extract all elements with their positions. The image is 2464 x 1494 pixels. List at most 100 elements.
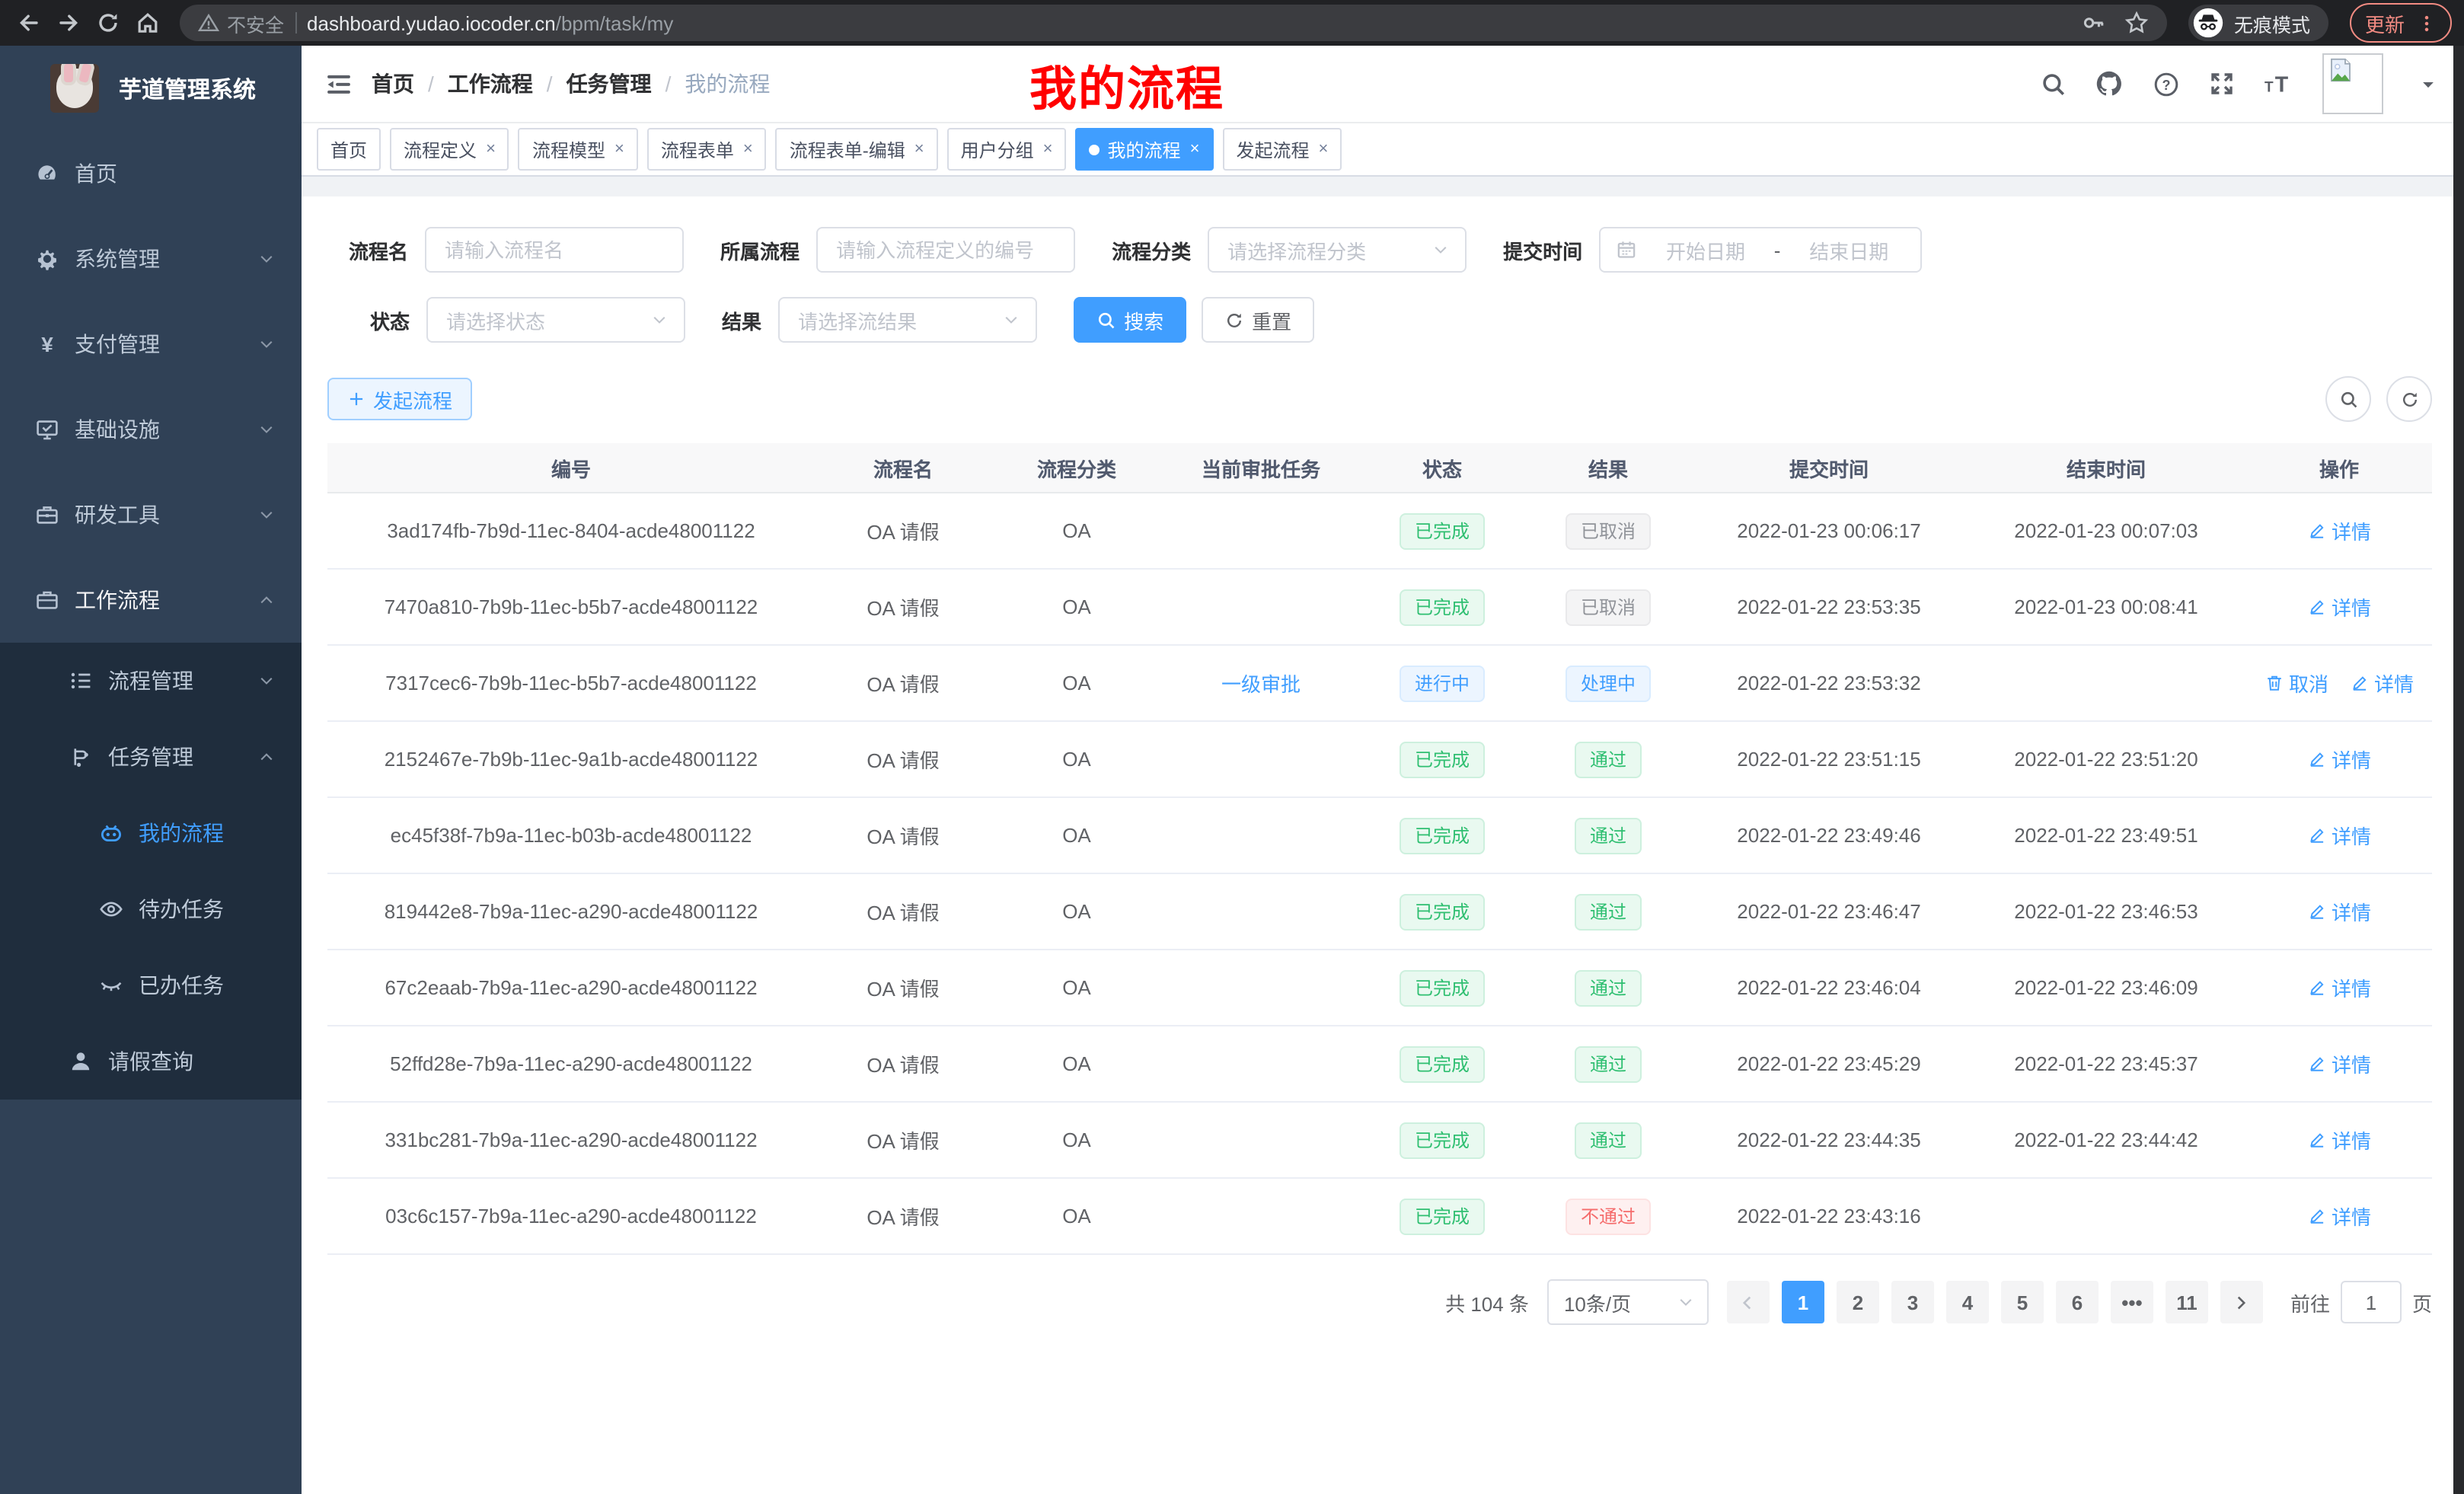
page-button-5[interactable]: 5	[2001, 1281, 2044, 1323]
tag-tab-我的流程[interactable]: 我的流程×	[1076, 128, 1214, 171]
trash-icon	[2265, 673, 2284, 693]
user-avatar[interactable]	[2322, 53, 2383, 114]
breadcrumb-item[interactable]: 我的流程	[685, 69, 770, 99]
browser-back-button[interactable]	[12, 6, 46, 40]
detail-link[interactable]: 详情	[2307, 1049, 2371, 1078]
detail-link[interactable]: 详情	[2350, 669, 2414, 698]
browser-home-button[interactable]	[131, 6, 164, 40]
refresh-table-button[interactable]	[2386, 376, 2432, 422]
breadcrumb-item[interactable]: 首页	[372, 69, 414, 99]
close-icon[interactable]: ×	[614, 140, 624, 158]
cell-current-task	[1162, 1102, 1360, 1178]
close-icon[interactable]: ×	[743, 140, 753, 158]
fullscreen-icon[interactable]	[2207, 72, 2237, 96]
sidebar-item-已办任务[interactable]: 已办任务	[0, 947, 302, 1023]
fontsize-icon[interactable]: TT	[2263, 69, 2293, 98]
page-button-3[interactable]: 3	[1891, 1281, 1934, 1323]
process-name-input[interactable]	[425, 227, 684, 273]
detail-link[interactable]: 详情	[2307, 821, 2371, 850]
jump-page-input[interactable]	[2341, 1281, 2402, 1323]
status-badge: 已完成	[1400, 817, 1485, 854]
breadcrumb-item[interactable]: 任务管理	[567, 69, 652, 99]
bookmark-star-icon[interactable]	[2124, 11, 2149, 35]
detail-link[interactable]: 详情	[2307, 516, 2371, 545]
submit-time-range-picker[interactable]: 开始日期 - 结束日期	[1599, 227, 1922, 273]
close-icon[interactable]: ×	[1318, 140, 1328, 158]
sidebar-item-研发工具[interactable]: 研发工具	[0, 472, 302, 557]
detail-link[interactable]: 详情	[2307, 1202, 2371, 1231]
reset-button[interactable]: 重置	[1202, 297, 1314, 343]
tag-tab-流程模型[interactable]: 流程模型×	[519, 128, 638, 171]
close-icon[interactable]: ×	[1190, 140, 1200, 158]
question-icon[interactable]: ?	[2150, 71, 2181, 97]
detail-link[interactable]: 详情	[2307, 897, 2371, 926]
cell-id: 3ad174fb-7b9d-11ec-8404-acde48001122	[327, 493, 815, 569]
tag-tab-首页[interactable]: 首页	[317, 128, 381, 171]
next-page-button[interactable]	[2220, 1281, 2263, 1323]
incognito-badge: 无痕模式	[2188, 5, 2328, 41]
page-button-4[interactable]: 4	[1946, 1281, 1989, 1323]
sidebar-item-我的流程[interactable]: 我的流程	[0, 795, 302, 871]
category-select[interactable]: 请选择流程分类	[1208, 227, 1467, 273]
page-button-1[interactable]: 1	[1782, 1281, 1824, 1323]
password-key-icon[interactable]	[2082, 11, 2106, 35]
cell-end-time: 2022-01-22 23:51:20	[1966, 721, 2246, 797]
tag-tab-流程表单-编辑[interactable]: 流程表单-编辑×	[776, 128, 938, 171]
sidebar-toggle-button[interactable]	[317, 62, 359, 105]
close-icon[interactable]: ×	[914, 140, 924, 158]
result-select[interactable]: 请选择流结果	[778, 297, 1037, 343]
status-select[interactable]: 请选择状态	[426, 297, 685, 343]
detail-link[interactable]: 详情	[2307, 745, 2371, 774]
sidebar-item-流程管理[interactable]: 流程管理	[0, 643, 302, 719]
search-button[interactable]: 搜索	[1074, 297, 1186, 343]
cell-category: OA	[991, 873, 1162, 950]
table-row: 2152467e-7b9b-11ec-9a1b-acde48001122 OA …	[327, 721, 2432, 797]
github-icon[interactable]	[2094, 70, 2124, 97]
sidebar-item-首页[interactable]: 首页	[0, 131, 302, 216]
security-status[interactable]: 不安全	[198, 8, 284, 37]
tag-tabs-bar: 首页流程定义×流程模型×流程表单×流程表单-编辑×用户分组×我的流程×发起流程×	[302, 123, 2464, 177]
page-button-6[interactable]: 6	[2056, 1281, 2099, 1323]
url-text: dashboard.yudao.iocoder.cn/bpm/task/my	[307, 11, 2071, 34]
tab-label: 用户分组	[961, 136, 1034, 162]
search-icon[interactable]	[2038, 71, 2068, 97]
browser-update-button[interactable]: 更新	[2350, 3, 2452, 43]
current-task-link[interactable]: 一级审批	[1221, 673, 1301, 696]
tag-tab-用户分组[interactable]: 用户分组 ×	[947, 128, 1067, 171]
detail-link[interactable]: 详情	[2307, 973, 2371, 1002]
detail-link[interactable]: 详情	[2307, 1125, 2371, 1154]
sidebar-item-任务管理[interactable]: 任务管理	[0, 719, 302, 795]
sidebar-item-基础设施[interactable]: 基础设施	[0, 387, 302, 472]
sidebar-item-系统管理[interactable]: 系统管理	[0, 216, 302, 302]
parent-process-input[interactable]	[816, 227, 1075, 273]
show-search-button[interactable]	[2325, 376, 2371, 422]
cell-actions: 详情	[2246, 873, 2432, 950]
more-pages-button[interactable]: •••	[2111, 1281, 2153, 1323]
sidebar-item-支付管理[interactable]: ¥支付管理	[0, 302, 302, 387]
create-process-button[interactable]: 发起流程	[327, 378, 472, 420]
detail-link[interactable]: 详情	[2307, 592, 2371, 621]
window-scrollbar[interactable]	[2453, 46, 2464, 1494]
status-badge: 已完成	[1400, 512, 1485, 549]
sidebar-item-工作流程[interactable]: 工作流程	[0, 557, 302, 643]
close-icon[interactable]: ×	[486, 140, 496, 158]
page-size-select[interactable]: 10条/页	[1547, 1279, 1709, 1325]
sidebar-item-请假查询[interactable]: 请假查询	[0, 1023, 302, 1100]
sidebar-item-label: 我的流程	[139, 818, 224, 848]
cancel-link[interactable]: 取消	[2265, 669, 2328, 698]
sidebar-item-待办任务[interactable]: 待办任务	[0, 871, 302, 947]
prev-page-button[interactable]	[1727, 1281, 1770, 1323]
browser-forward-button[interactable]	[52, 6, 85, 40]
cell-actions: 详情	[2246, 797, 2432, 873]
close-icon[interactable]: ×	[1043, 140, 1053, 158]
reload-icon	[96, 11, 120, 35]
page-button-2[interactable]: 2	[1837, 1281, 1879, 1323]
caret-down-icon[interactable]	[2412, 75, 2443, 92]
breadcrumb-item[interactable]: 工作流程	[448, 69, 533, 99]
browser-reload-button[interactable]	[91, 6, 125, 40]
address-bar[interactable]: 不安全 dashboard.yudao.iocoder.cn/bpm/task/…	[180, 5, 2167, 41]
page-button-11[interactable]: 11	[2166, 1281, 2208, 1323]
tag-tab-流程定义[interactable]: 流程定义×	[390, 128, 509, 171]
tag-tab-流程表单[interactable]: 流程表单×	[647, 128, 767, 171]
tag-tab-发起流程[interactable]: 发起流程×	[1222, 128, 1342, 171]
